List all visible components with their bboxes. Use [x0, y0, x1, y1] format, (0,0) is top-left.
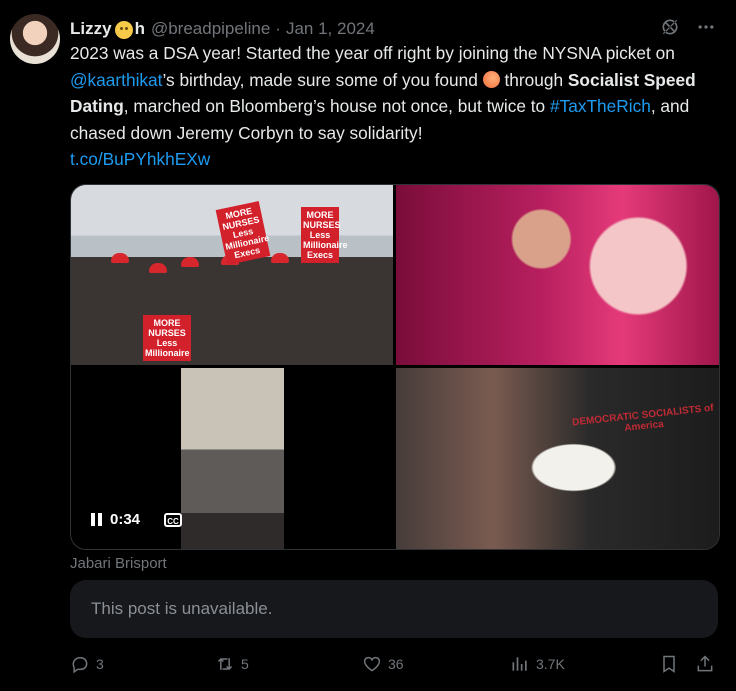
repost-button[interactable]: 5	[215, 654, 249, 674]
photo-jeremy-corbyn[interactable]: DEMOCRATIC SOCIALISTS of America	[396, 368, 719, 549]
heart-icon	[362, 654, 382, 674]
red-hat	[149, 263, 167, 273]
avatar[interactable]	[10, 14, 60, 64]
post-date[interactable]: Jan 1, 2024	[286, 19, 375, 39]
grok-icon[interactable]	[660, 17, 680, 37]
separator-dot: ·	[275, 19, 281, 38]
post-text: 2023 was a DSA year! Started the year of…	[70, 40, 720, 173]
post-text-segment: ’s birthday, made sure some of you found	[162, 69, 483, 90]
author-name-suffix[interactable]: h	[135, 19, 145, 39]
url-link[interactable]: t.co/BuPYhkhEXw	[70, 149, 210, 169]
views-button[interactable]: 3.7K	[510, 654, 565, 674]
bookmark-icon	[659, 654, 679, 674]
smiley-emoji-icon	[114, 21, 133, 39]
post-text-segment: through	[499, 69, 568, 90]
reply-count: 3	[96, 656, 104, 672]
red-hat	[181, 257, 199, 267]
photo-nurses-picket[interactable]: MORE NURSES Less Millionaire Execs MORE …	[71, 185, 393, 365]
share-button[interactable]	[695, 654, 715, 674]
share-icon	[695, 654, 715, 674]
red-hat	[271, 253, 289, 263]
like-count: 36	[388, 656, 404, 672]
media-grid: MORE NURSES Less Millionaire Execs MORE …	[70, 184, 720, 550]
more-options-icon[interactable]	[696, 17, 716, 37]
photo-speed-dating[interactable]	[396, 185, 719, 365]
unavailable-text: This post is unavailable.	[91, 599, 273, 618]
views-count: 3.7K	[536, 656, 565, 672]
repost-icon	[215, 654, 235, 674]
post-text-segment: , marched on Bloomberg’s house not once,…	[123, 96, 550, 116]
post-header: Lizzy h @breadpipeline · Jan 1, 2024	[70, 17, 716, 41]
video-controls: 0:34 CC	[91, 511, 183, 528]
author-name[interactable]: Lizzy	[70, 19, 112, 39]
video-time: 0:34	[110, 511, 141, 528]
like-button[interactable]: 36	[362, 654, 404, 674]
peach-emoji-icon	[482, 70, 500, 88]
pause-icon[interactable]	[91, 513, 102, 526]
views-icon	[510, 654, 530, 674]
protest-sign: MORE NURSES Less Millionaire	[143, 315, 191, 361]
media-attribution[interactable]: Jabari Brisport	[70, 555, 167, 572]
protest-sign: MORE NURSES Less Millionaire Execs	[301, 207, 348, 263]
reply-button[interactable]: 3	[70, 654, 104, 674]
post-text-segment: 2023 was a DSA year! Started the year of…	[70, 43, 675, 63]
mention-link[interactable]: @kaarthikat	[70, 70, 162, 90]
captions-icon[interactable]: CC	[164, 512, 183, 527]
repost-count: 5	[241, 656, 249, 672]
action-bar: 3 5 36 3.7K	[70, 654, 718, 678]
author-handle[interactable]: @breadpipeline	[151, 19, 270, 39]
hashtag-link[interactable]: #TaxTheRich	[550, 96, 651, 116]
red-hat	[111, 253, 129, 263]
quoted-post-unavailable: This post is unavailable.	[70, 580, 718, 638]
reply-icon	[70, 654, 90, 674]
video-march-thumbnail[interactable]	[181, 368, 284, 549]
bookmark-button[interactable]	[659, 654, 679, 674]
shirt-text: DEMOCRATIC SOCIALISTS of America	[571, 402, 715, 435]
